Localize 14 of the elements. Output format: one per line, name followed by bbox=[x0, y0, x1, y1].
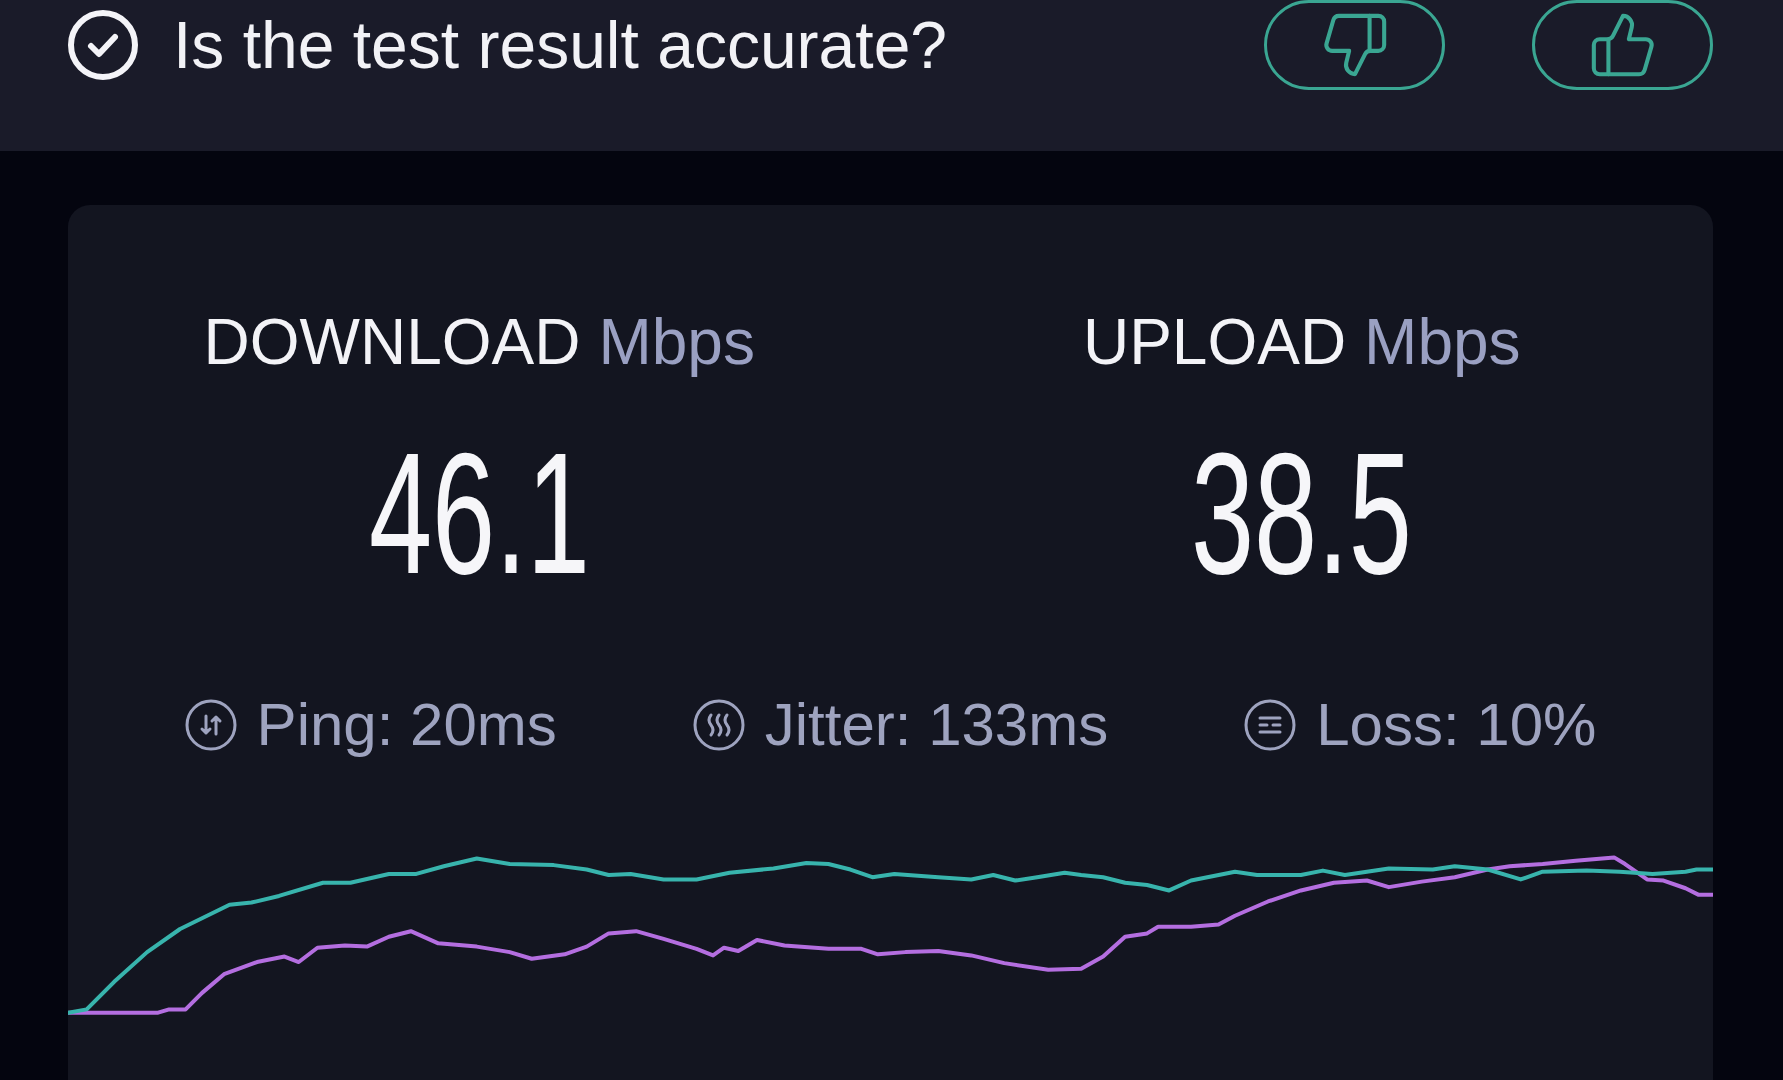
metric-text: Jitter: 133ms bbox=[764, 695, 1109, 755]
result-value: 38.5 bbox=[1191, 427, 1413, 599]
horizontal-lines-icon bbox=[1244, 699, 1297, 751]
up-down-arrows-icon bbox=[184, 699, 237, 751]
result-value: 46.1 bbox=[368, 427, 590, 599]
result-label: UPLOAD bbox=[1082, 310, 1347, 374]
wavy-lines-icon bbox=[692, 699, 745, 751]
check-circle-icon bbox=[68, 10, 138, 80]
thumbs-down-button[interactable] bbox=[1264, 0, 1445, 90]
feedback-question: Is the test result accurate? bbox=[173, 12, 948, 78]
metric-text: Loss: 10% bbox=[1316, 695, 1597, 755]
result-label: DOWNLOAD bbox=[203, 310, 581, 374]
metric-text: Ping: 20ms bbox=[256, 695, 557, 755]
thumbs-up-button[interactable] bbox=[1532, 0, 1713, 90]
